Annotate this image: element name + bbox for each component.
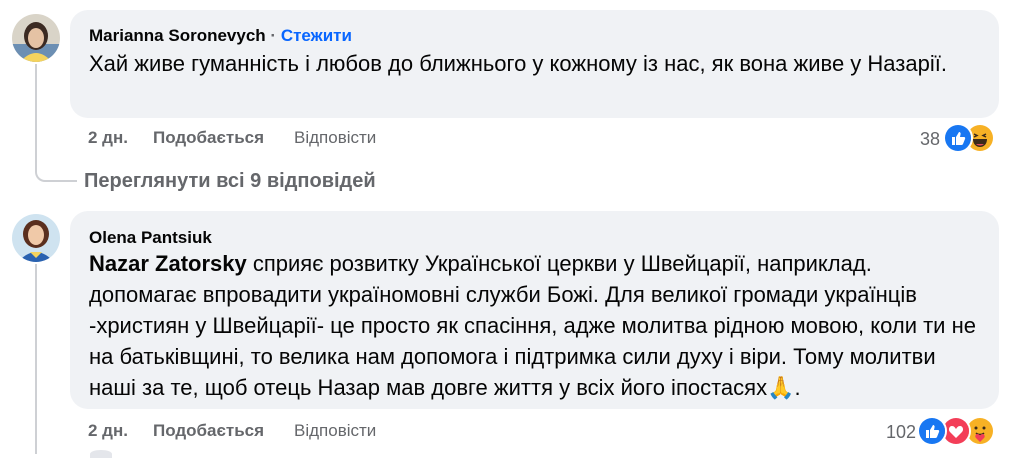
follow-link[interactable]: Стежити [281, 26, 352, 45]
reply-button[interactable]: Відповісти [294, 421, 376, 441]
next-comment-avatar [90, 450, 112, 458]
comment-timestamp[interactable]: 2 дн. [88, 128, 128, 148]
like-button[interactable]: Подобається [153, 128, 264, 148]
mention-link[interactable]: Nazar Zatorsky [89, 251, 247, 276]
like-icon [943, 123, 973, 153]
comment-author[interactable]: Marianna Soronevych [89, 26, 266, 45]
comment-author-row: Marianna Soronevych · Стежити [89, 26, 352, 46]
comment-end: . [794, 375, 801, 400]
comment-bubble: Marianna Soronevych · Стежити Хай живе г… [70, 10, 999, 118]
follow-separator: · [270, 26, 277, 45]
thread-connector [35, 150, 77, 182]
reaction-count: 38 [919, 129, 940, 149]
comment-author[interactable]: Olena Pantsiuk [89, 228, 212, 248]
avatar[interactable] [12, 214, 60, 262]
thread-line [35, 64, 37, 164]
comment-timestamp[interactable]: 2 дн. [88, 421, 128, 441]
reply-button[interactable]: Відповісти [294, 128, 376, 148]
like-icon [917, 416, 947, 446]
reaction-count: 102 [885, 422, 916, 442]
pray-emoji: 🙏 [767, 375, 795, 400]
comment-text: Хай живе гуманність і любов до ближнього… [89, 51, 947, 76]
view-replies-link[interactable]: Переглянути всі 9 відповідей [84, 170, 376, 193]
like-button[interactable]: Подобається [153, 421, 264, 441]
comment-bubble: Olena Pantsiuk Nazar Zatorsky сприяє роз… [70, 211, 999, 409]
thread-line [35, 264, 37, 454]
avatar[interactable] [12, 14, 60, 62]
comment-text: Nazar Zatorsky сприяє розвитку Українськ… [89, 248, 984, 403]
